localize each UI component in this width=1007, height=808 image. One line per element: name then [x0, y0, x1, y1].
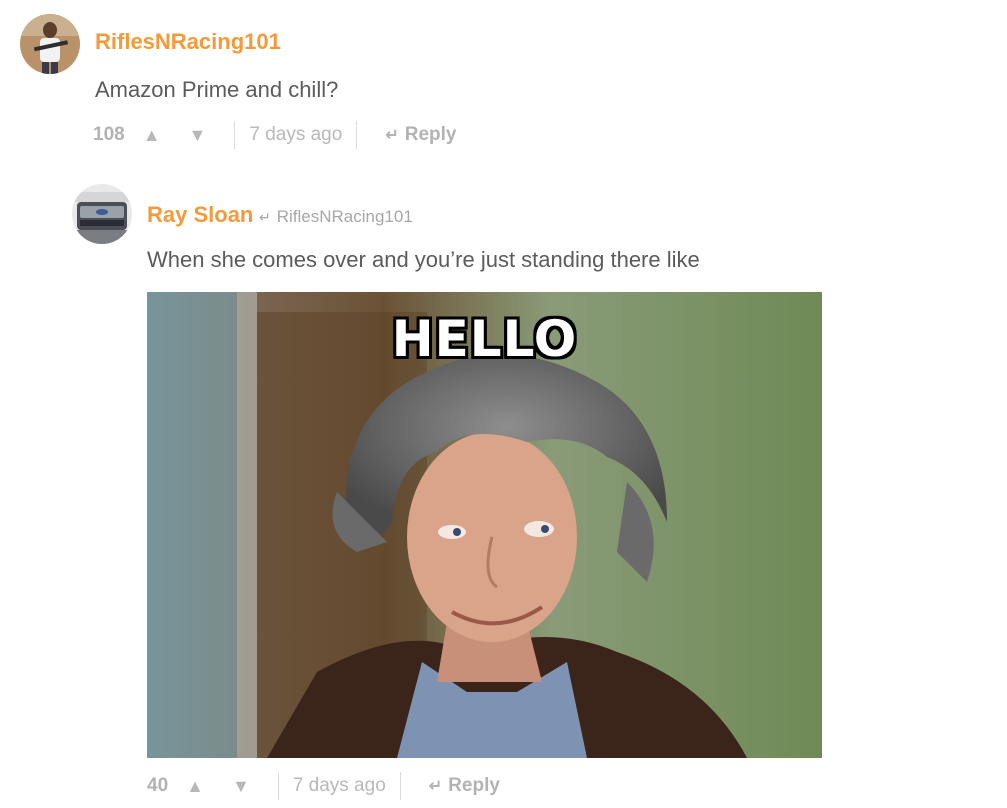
divider [356, 121, 358, 149]
upvote-icon[interactable]: ▲ [186, 776, 204, 797]
reply-arrow-icon: ↵ [259, 208, 271, 225]
vote-count: 108 [93, 124, 125, 145]
reply-arrow-icon: ↵ [428, 778, 443, 795]
divider [399, 772, 401, 800]
vote-count: 40 [147, 775, 169, 796]
meme-caption: HELLO [391, 310, 578, 368]
upvote-icon[interactable]: ▲ [143, 125, 161, 146]
reply-label: Reply [448, 775, 500, 796]
reply-button[interactable]: ↵ Reply [385, 124, 456, 146]
meme-image[interactable]: HELLO [147, 292, 822, 758]
timestamp[interactable]: 7 days ago [249, 124, 342, 146]
comment-text: When she comes over and you’re just stan… [147, 247, 700, 272]
divider [277, 772, 279, 800]
comment-meta: 108 ▲ ▼ 7 days ago ↵ Reply [93, 121, 456, 149]
avatar[interactable] [20, 14, 80, 74]
reply-arrow-icon: ↵ [385, 127, 399, 144]
comment-meta: 40 ▲ ▼ 7 days ago ↵ Reply [147, 772, 500, 800]
username[interactable]: RiflesNRacing101 [95, 29, 281, 55]
timestamp[interactable]: 7 days ago [293, 775, 386, 797]
downvote-icon[interactable]: ▼ [189, 125, 207, 146]
username[interactable]: Ray Sloan [147, 202, 253, 228]
reply-button[interactable]: ↵ Reply [429, 775, 500, 797]
reply-to-link[interactable]: ↵ RiflesNRacing101 [259, 207, 413, 227]
downvote-icon[interactable]: ▼ [232, 776, 250, 797]
comment-text: Amazon Prime and chill? [95, 77, 339, 102]
reply-to-username: RiflesNRacing101 [276, 207, 413, 226]
avatar[interactable] [72, 184, 132, 244]
reply-label: Reply [404, 124, 457, 145]
divider [234, 121, 236, 149]
